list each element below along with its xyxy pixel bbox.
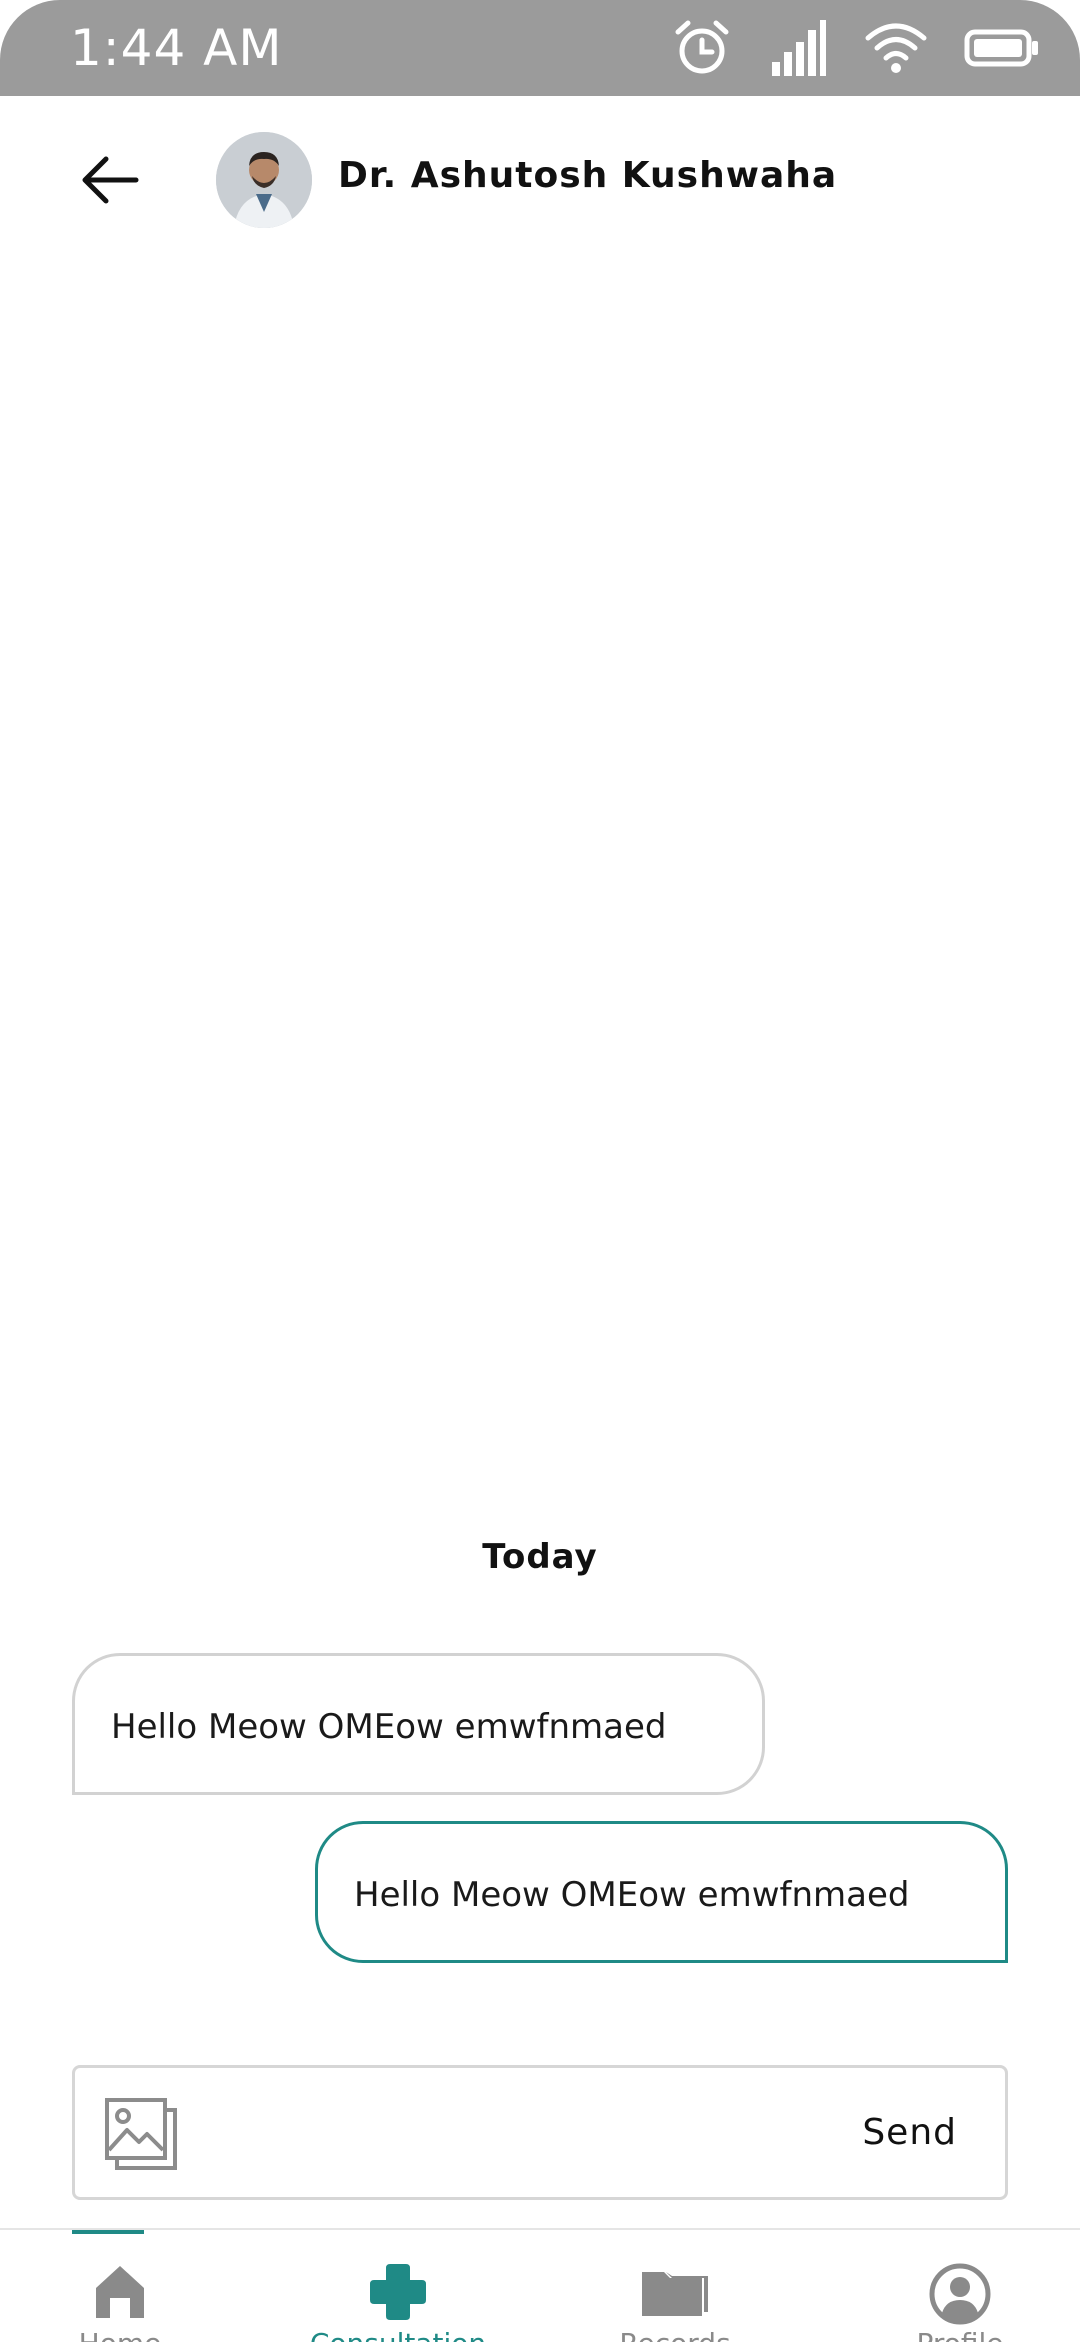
doctor-name[interactable]: Dr. Ashutosh Kushwaha [338,152,837,200]
bottom-nav: Home Consultation Records Profile [0,2228,1080,2342]
status-bar: 1:44 AM [0,0,1080,96]
home-icon [92,2262,148,2322]
medical-cross-icon [368,2262,428,2326]
back-button[interactable] [70,142,150,222]
doctor-avatar[interactable] [216,132,312,228]
status-time: 1:44 AM [70,19,283,77]
message-received[interactable]: Hello Meow OMEow emwfnmaed [72,1653,765,1795]
image-icon [103,2098,179,2176]
signal-icon [768,18,828,78]
nav-item-home[interactable]: Home [20,2230,220,2342]
account-circle-icon [928,2262,992,2330]
wifi-icon [864,18,928,78]
send-button[interactable]: Send [862,2068,957,2197]
nav-item-profile[interactable]: Profile [860,2230,1060,2342]
folder-icon [640,2262,710,2326]
status-icons [672,16,1040,80]
date-divider: Today [482,1537,598,1577]
attach-image-button[interactable] [103,2096,179,2172]
chat-header: Dr. Ashutosh Kushwaha [0,96,1080,266]
arrow-left-icon [80,155,140,209]
nav-item-consultation[interactable]: Consultation [298,2230,498,2342]
battery-icon [964,28,1040,68]
message-sent[interactable]: Hello Meow OMEow emwfnmaed [315,1821,1008,1963]
nav-item-records[interactable]: Records [575,2230,775,2342]
alarm-icon [672,18,732,78]
message-composer[interactable]: Send [72,2065,1008,2200]
